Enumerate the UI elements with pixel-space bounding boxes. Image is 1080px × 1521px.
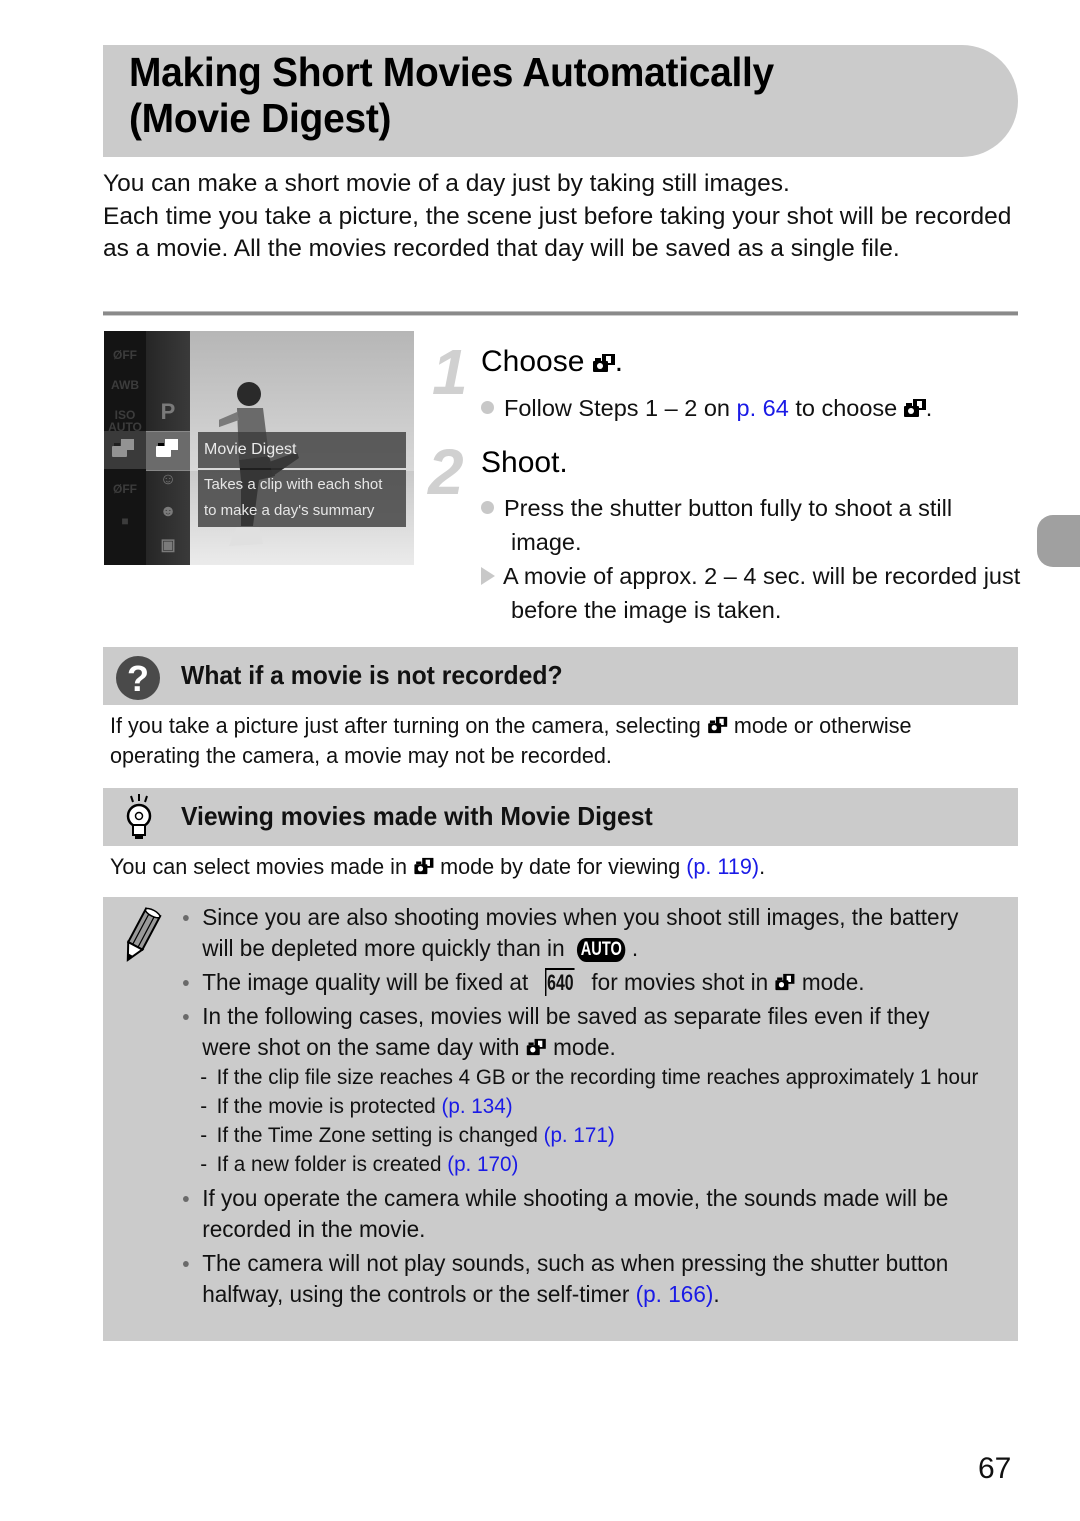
bullet-text: Press the shutter button fully to shoot … xyxy=(504,495,953,555)
page-title: Making Short Movies Automatically (Movie… xyxy=(129,49,774,141)
movie-digest-mode-icon xyxy=(903,399,926,417)
note-end: . xyxy=(631,935,639,961)
page-title-line1: Making Short Movies Automatically xyxy=(129,49,774,95)
aspect-ratio-icon: ■ xyxy=(121,514,129,528)
bullet-end: . xyxy=(925,395,933,421)
step-2-bullet-2: A movie of approx. 2 – 4 sec. will be re… xyxy=(481,559,1021,627)
step-1-body: Follow Steps 1 – 2 on p. 64 to choose . xyxy=(481,391,1021,425)
camera-mode-description: Takes a clip with each shot to make a da… xyxy=(198,470,406,527)
note-text: mode. xyxy=(546,1034,616,1060)
note-sub-item-3: - If the Time Zone setting is changed (p.… xyxy=(183,1121,980,1150)
step-number-2: 2 xyxy=(428,436,464,508)
page-number: 67 xyxy=(978,1452,1012,1485)
auto-mode-icon: AUTO xyxy=(576,938,626,962)
intro-paragraph-1: You can make a short movie of a day just… xyxy=(103,170,790,197)
step-number-1: 1 xyxy=(432,336,468,408)
pencil-icon xyxy=(126,907,162,962)
link-p64[interactable]: p. 64 xyxy=(737,395,789,421)
step-1-bullet: Follow Steps 1 – 2 on p. 64 to choose . xyxy=(481,391,1021,425)
step-title-2: Shoot. xyxy=(481,446,568,479)
link-p166[interactable]: (p. 166) xyxy=(636,1281,714,1307)
note-text: for movies shot in xyxy=(585,969,775,995)
note-item-4: If you operate the camera while shooting… xyxy=(183,1183,980,1245)
notes-box: Since you are also shooting movies when … xyxy=(103,897,1018,1341)
camera-screen-image: ØFF AWB ISO AUTO ØFF ■ P ☺ ☻ ▣ Movie Dig… xyxy=(104,331,414,565)
dash-bullet: - xyxy=(200,1094,208,1118)
note-item-1: Since you are also shooting movies when … xyxy=(183,902,980,964)
bullet-text: Follow Steps 1 – 2 on xyxy=(504,395,737,421)
movie-digest-mode-icon xyxy=(775,973,795,991)
tip-text-2: mode by date for viewing xyxy=(434,854,687,879)
bullet-circle-icon xyxy=(481,401,494,414)
tip-text-end: . xyxy=(759,854,766,879)
camera-mode-label: Movie Digest xyxy=(198,432,406,468)
note-end: . xyxy=(713,1281,720,1307)
tip-text-1: You can select movies made in xyxy=(110,854,413,879)
note-item-2: The image quality will be fixed at 640 f… xyxy=(183,967,980,998)
self-timer-off-icon: ØFF xyxy=(113,482,137,496)
bullet-text: A movie of approx. 2 – 4 sec. will be re… xyxy=(503,563,1021,623)
step-title-1-period: . xyxy=(614,345,624,378)
movie-digest-mode-icon xyxy=(156,439,178,457)
intro-paragraph-2: Each time you take a picture, the scene … xyxy=(103,202,1012,263)
step-2-bullet-1: Press the shutter button fully to shoot … xyxy=(481,491,1021,559)
note-sub-item-4: - If a new folder is created (p. 170) xyxy=(183,1150,980,1179)
link-p170[interactable]: (p. 170) xyxy=(447,1152,518,1176)
dash-bullet: - xyxy=(200,1065,208,1089)
troubleshoot-text: If you take a picture just after turning… xyxy=(110,711,979,771)
bullet-text: to choose xyxy=(788,395,898,421)
step-title-1: Choose . xyxy=(481,345,623,379)
note-item-5: The camera will not play sounds, such as… xyxy=(183,1248,980,1310)
camera-description-line1: Takes a clip with each shot xyxy=(204,476,383,493)
movie-digest-mode-icon xyxy=(526,1038,546,1056)
question-icon: ? xyxy=(116,656,160,700)
tip-heading: Viewing movies made with Movie Digest xyxy=(181,801,653,831)
iso-auto-icon: ISO AUTO xyxy=(108,408,142,434)
troubleshoot-heading: What if a movie is not recorded? xyxy=(181,660,563,690)
troubleshoot-text-1: If you take a picture just after turning… xyxy=(110,713,707,738)
note-sub-item-1: - If the clip file size reaches 4 GB or t… xyxy=(183,1063,980,1092)
movie-digest-mode-icon xyxy=(707,716,727,734)
note-text: mode. xyxy=(795,969,865,995)
note-sub-item-2: - If the movie is protected (p. 134) xyxy=(183,1092,980,1121)
sub-text: If a new folder is created xyxy=(216,1152,448,1176)
note-text: If you operate the camera while shooting… xyxy=(202,1185,949,1242)
program-mode-icon: P xyxy=(160,399,176,424)
lightbulb-icon xyxy=(126,794,152,839)
section-divider xyxy=(103,311,1018,316)
camera-description-line2: to make a day's summary xyxy=(204,502,375,519)
link-p171[interactable]: (p. 171) xyxy=(544,1123,615,1147)
troubleshoot-header: ? What if a movie is not recorded? xyxy=(103,647,1018,705)
note-item-3: In the following cases, movies will be s… xyxy=(183,1001,980,1063)
tip-text: You can select movies made in mode by da… xyxy=(110,852,979,882)
quality-640-icon: 640 xyxy=(545,968,575,996)
page-title-line2: (Movie Digest) xyxy=(129,95,392,141)
intro-text: You can make a short movie of a day just… xyxy=(103,168,1018,266)
link-p119[interactable]: (p. 119) xyxy=(686,854,759,879)
title-band: Making Short Movies Automatically (Movie… xyxy=(103,45,1018,157)
scene-mode-icon: ▣ xyxy=(160,537,176,554)
tip-header: Viewing movies made with Movie Digest xyxy=(103,788,1018,846)
movie-digest-mode-icon xyxy=(414,857,434,875)
step-2-body: Press the shutter button fully to shoot … xyxy=(481,491,1021,627)
link-p134[interactable]: (p. 134) xyxy=(441,1094,512,1118)
notes-list: Since you are also shooting movies when … xyxy=(183,902,980,1313)
portrait-mode-icon: ☺ xyxy=(159,471,177,488)
bullet-circle-icon xyxy=(481,501,494,514)
sub-text: If the movie is protected xyxy=(216,1094,442,1118)
bullet-triangle-icon xyxy=(481,567,495,585)
note-text: The image quality will be fixed at xyxy=(202,969,535,995)
flash-off-icon: ØFF xyxy=(113,348,137,362)
sub-text: If the clip file size reaches 4 GB or th… xyxy=(216,1065,979,1089)
dash-bullet: - xyxy=(200,1152,208,1176)
note-text: The camera will not play sounds, such as… xyxy=(202,1250,949,1307)
chapter-side-tab xyxy=(1037,515,1080,567)
smart-shutter-icon: ☻ xyxy=(159,503,177,520)
white-balance-icon: AWB xyxy=(111,378,139,392)
movie-digest-setting-icon xyxy=(112,439,134,457)
step-title-1-text: Choose xyxy=(481,345,585,378)
dash-bullet: - xyxy=(200,1123,208,1147)
movie-digest-mode-icon xyxy=(592,354,615,372)
sub-text: If the Time Zone setting is changed xyxy=(216,1123,544,1147)
